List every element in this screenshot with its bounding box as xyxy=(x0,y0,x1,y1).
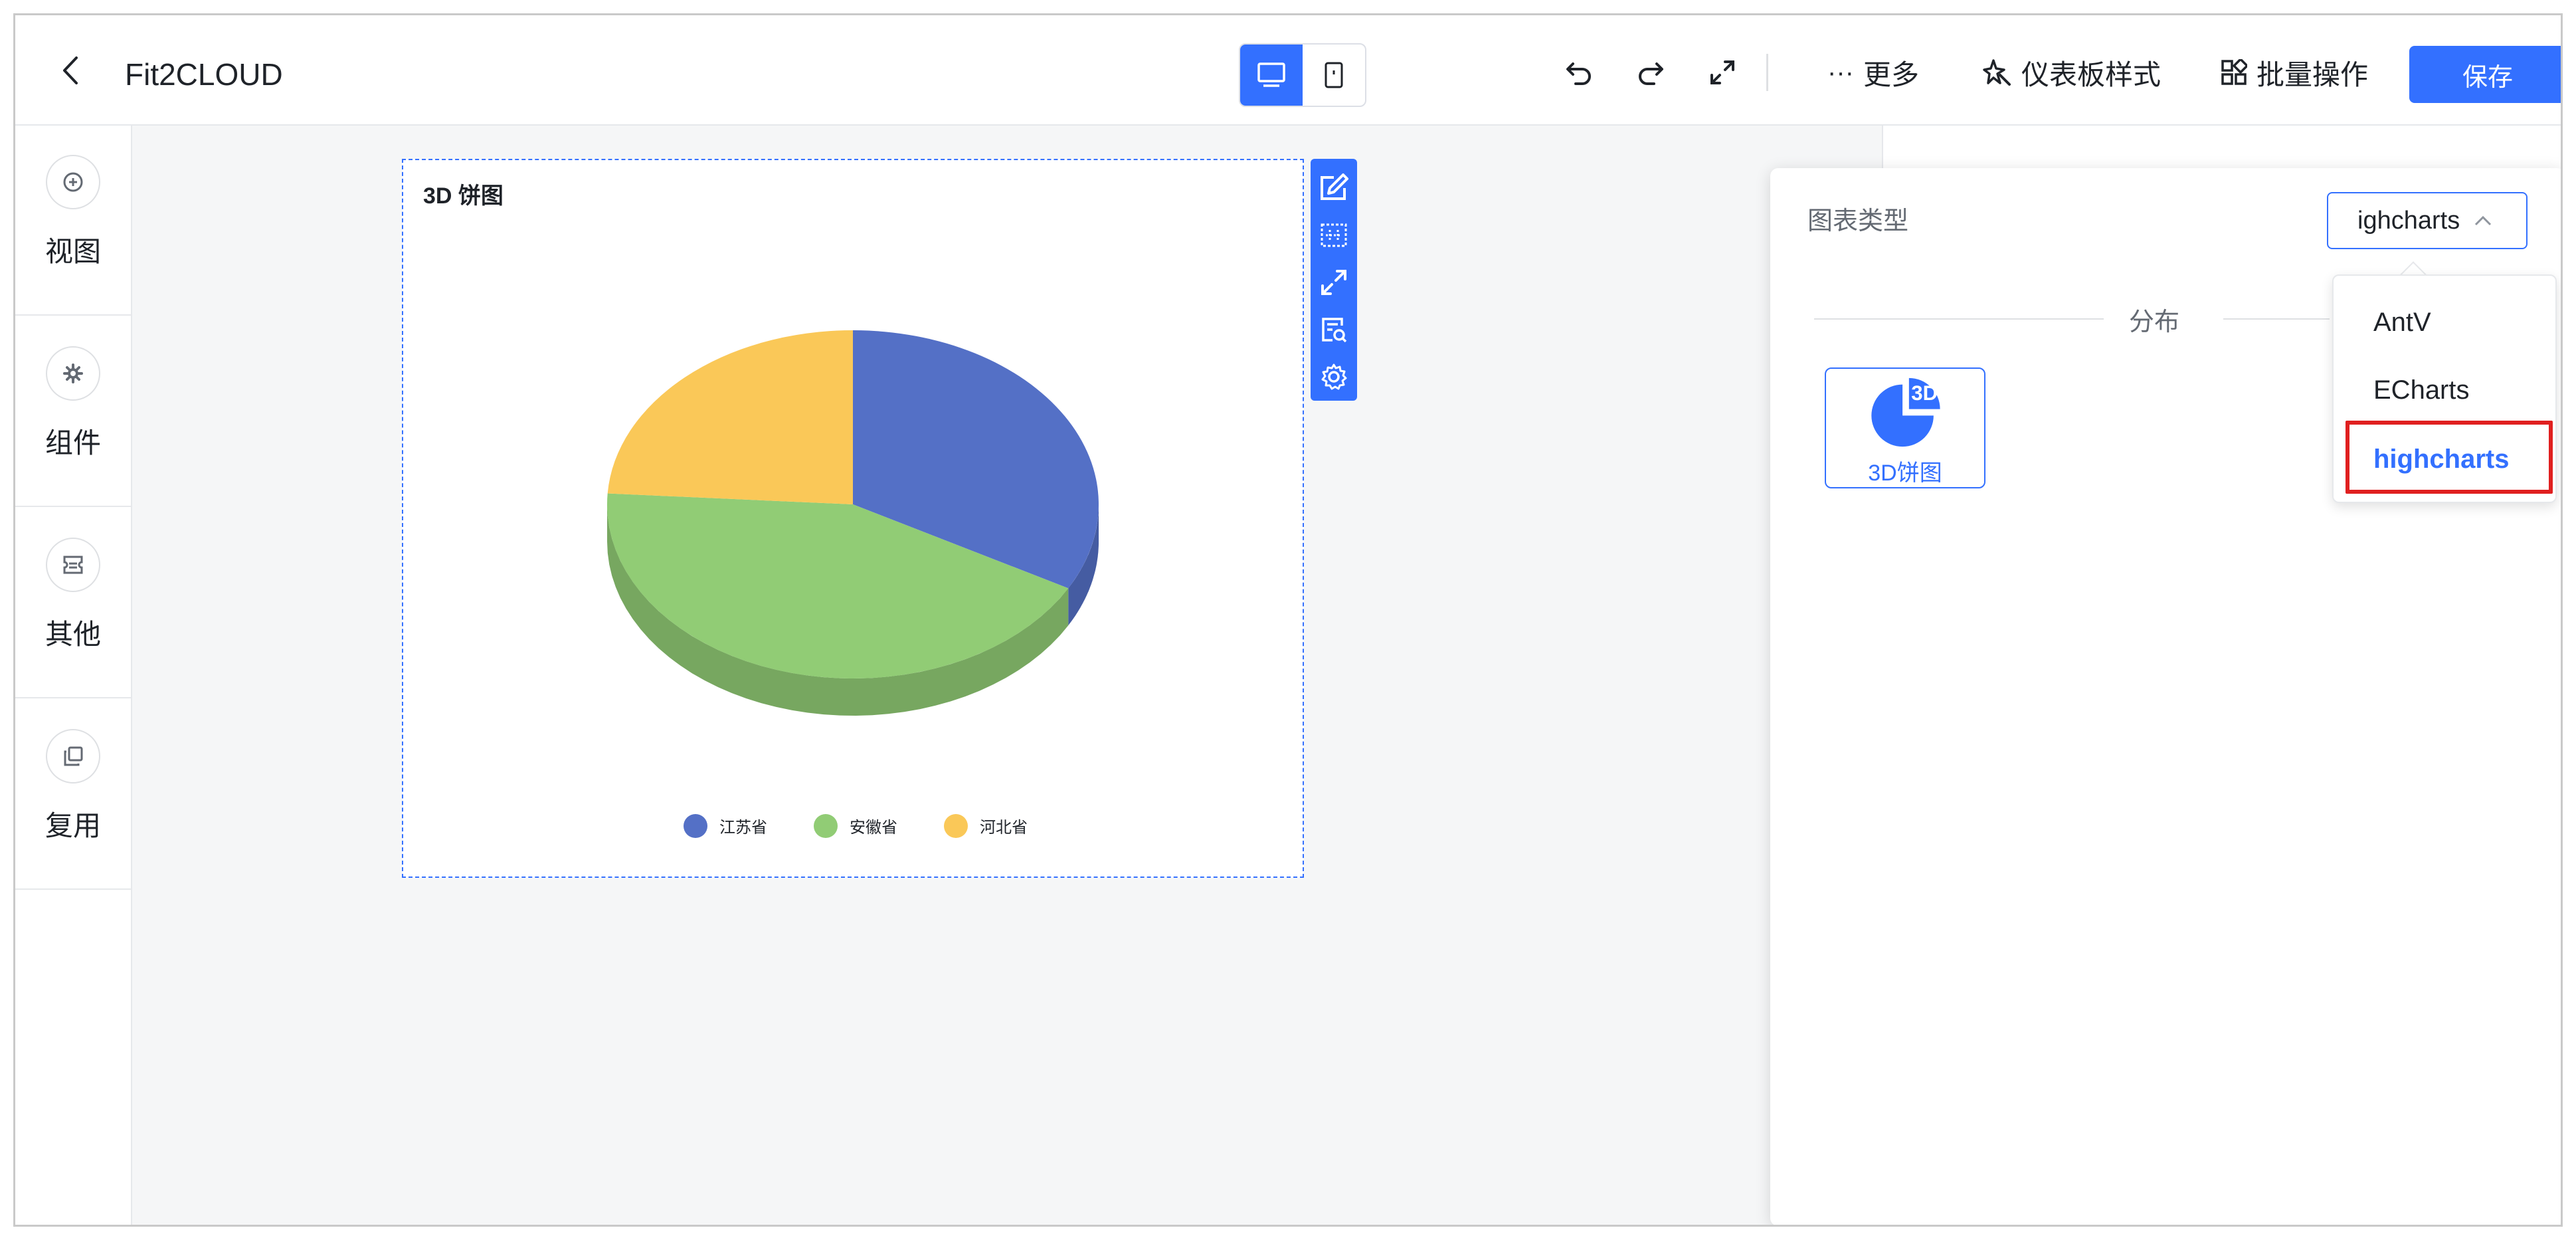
device-toggle xyxy=(1239,43,1366,107)
edit-icon xyxy=(1318,172,1350,204)
batch-operation-button[interactable]: 批量操作 xyxy=(2221,54,2368,91)
save-button[interactable]: 保存 xyxy=(2409,46,2563,103)
chart-type-3d-pie[interactable]: 3D 3D饼图 xyxy=(1825,367,1985,488)
undo-icon xyxy=(1564,57,1594,88)
sidebar-item-reuse[interactable]: 复用 xyxy=(15,700,131,890)
sidebar-item-component[interactable]: 组件 xyxy=(15,317,131,507)
sidebar-item-label: 视图 xyxy=(15,229,131,270)
chart-component[interactable]: 3D 饼图 江苏省安徽省河北省 xyxy=(402,159,1304,878)
mobile-icon xyxy=(1324,61,1344,89)
undo-button[interactable] xyxy=(1560,54,1598,91)
expand-icon xyxy=(1320,268,1348,296)
section-label: 分布 xyxy=(2129,301,2179,338)
mobile-view-button[interactable] xyxy=(1303,45,1365,106)
dropdown-option-antv[interactable]: AntV xyxy=(2334,289,2555,356)
app-window: Fit2CLOUD ··· 更多 仪表板样式 xyxy=(13,13,2563,1227)
chart-library-value: ighcharts xyxy=(2357,207,2460,235)
pie-chart: 江苏省 安徽省 河北省 xyxy=(403,160,1303,877)
svg-text:3D: 3D xyxy=(1911,381,1938,405)
grid-icon xyxy=(2221,59,2247,86)
chart-type-title: 图表类型 xyxy=(1807,200,1908,237)
dashboard-style-label: 仪表板样式 xyxy=(2021,52,2161,93)
more-button[interactable]: ··· 更多 xyxy=(1827,54,1919,91)
desktop-view-button[interactable] xyxy=(1240,45,1303,106)
edit-button[interactable] xyxy=(1311,164,1357,211)
gear-icon xyxy=(1319,362,1348,391)
toolbar-divider xyxy=(1766,54,1768,91)
legend-marker-0[interactable] xyxy=(684,814,707,838)
redo-icon xyxy=(1635,57,1666,88)
linkage-button[interactable] xyxy=(1311,211,1357,258)
chevron-up-icon xyxy=(2473,214,2493,227)
component-sidebar: 视图 组件 其他 复用 xyxy=(15,126,132,1227)
highlight-box xyxy=(2346,421,2553,494)
top-toolbar: Fit2CLOUD ··· 更多 仪表板样式 xyxy=(15,15,2561,126)
legend-marker-2[interactable] xyxy=(944,814,968,838)
ticket-icon xyxy=(46,538,100,592)
magic-wand-icon xyxy=(1983,58,2012,87)
dashboard-style-button[interactable]: 仪表板样式 xyxy=(1983,54,2161,91)
desktop-icon xyxy=(1257,62,1286,88)
legend-label-1[interactable]: 安徽省 xyxy=(850,819,897,837)
chart-type-label: 3D饼图 xyxy=(1868,455,1942,487)
pie-slice-2[interactable] xyxy=(608,330,853,504)
chart-floating-toolbar xyxy=(1311,159,1357,401)
section-divider-left xyxy=(1814,318,2104,320)
ellipsis-icon: ··· xyxy=(1827,58,1854,88)
sidebar-item-label: 其他 xyxy=(15,612,131,653)
section-divider-right xyxy=(2223,318,2330,320)
plus-circle-icon xyxy=(46,155,100,209)
batch-operation-label: 批量操作 xyxy=(2256,52,2368,93)
back-arrow-icon[interactable] xyxy=(55,54,88,87)
app-title: Fit2CLOUD xyxy=(125,56,283,92)
settings-button[interactable] xyxy=(1311,354,1357,401)
copy-icon xyxy=(46,729,100,783)
gear-icon xyxy=(46,346,100,401)
enlarge-button[interactable] xyxy=(1311,258,1357,306)
legend-label-2[interactable]: 河北省 xyxy=(980,819,1028,837)
document-search-icon xyxy=(1319,315,1348,344)
sidebar-item-label: 组件 xyxy=(15,421,131,461)
legend-marker-1[interactable] xyxy=(814,814,838,838)
3d-pie-icon: 3D xyxy=(1865,374,1945,451)
redo-button[interactable] xyxy=(1632,54,1669,91)
legend-label-0[interactable]: 江苏省 xyxy=(719,819,767,837)
dropdown-option-echarts[interactable]: ECharts xyxy=(2334,357,2555,423)
more-label: 更多 xyxy=(1863,52,1919,93)
chart-library-select[interactable]: ighcharts xyxy=(2327,192,2528,249)
dotted-grid-icon xyxy=(1319,221,1348,250)
sidebar-item-other[interactable]: 其他 xyxy=(15,508,131,698)
sidebar-item-label: 复用 xyxy=(15,803,131,844)
fullscreen-button[interactable] xyxy=(1704,54,1741,91)
details-button[interactable] xyxy=(1311,306,1357,354)
expand-icon xyxy=(1708,58,1737,87)
sidebar-item-view[interactable]: 视图 xyxy=(15,126,131,316)
